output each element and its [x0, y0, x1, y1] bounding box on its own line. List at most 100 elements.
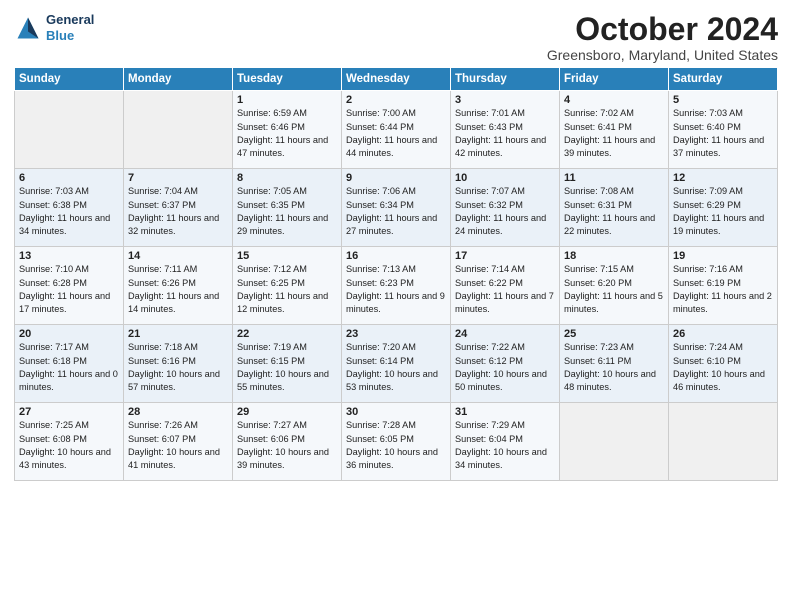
day-info: Sunrise: 7:03 AMSunset: 6:38 PMDaylight:…: [19, 185, 119, 238]
daylight-text: Daylight: 11 hours and 32 minutes.: [128, 212, 228, 239]
calendar-cell: 13Sunrise: 7:10 AMSunset: 6:28 PMDayligh…: [15, 247, 124, 325]
sunset-text: Sunset: 6:46 PM: [237, 121, 337, 134]
sunrise-text: Sunrise: 6:59 AM: [237, 107, 337, 120]
daylight-text: Daylight: 11 hours and 29 minutes.: [237, 212, 337, 239]
daylight-text: Daylight: 11 hours and 42 minutes.: [455, 134, 555, 161]
daylight-text: Daylight: 11 hours and 44 minutes.: [346, 134, 446, 161]
sunrise-text: Sunrise: 7:09 AM: [673, 185, 773, 198]
col-tuesday: Tuesday: [233, 68, 342, 91]
sunrise-text: Sunrise: 7:22 AM: [455, 341, 555, 354]
day-number: 22: [237, 328, 337, 340]
calendar-cell: 8Sunrise: 7:05 AMSunset: 6:35 PMDaylight…: [233, 169, 342, 247]
sunrise-text: Sunrise: 7:03 AM: [19, 185, 119, 198]
sunrise-text: Sunrise: 7:07 AM: [455, 185, 555, 198]
sunrise-text: Sunrise: 7:20 AM: [346, 341, 446, 354]
daylight-text: Daylight: 10 hours and 39 minutes.: [237, 446, 337, 473]
daylight-text: Daylight: 11 hours and 37 minutes.: [673, 134, 773, 161]
daylight-text: Daylight: 11 hours and 39 minutes.: [564, 134, 664, 161]
calendar-cell: 1Sunrise: 6:59 AMSunset: 6:46 PMDaylight…: [233, 91, 342, 169]
sunset-text: Sunset: 6:10 PM: [673, 355, 773, 368]
day-info: Sunrise: 7:06 AMSunset: 6:34 PMDaylight:…: [346, 185, 446, 238]
day-info: Sunrise: 7:18 AMSunset: 6:16 PMDaylight:…: [128, 341, 228, 394]
title-block: October 2024 Greensboro, Maryland, Unite…: [547, 12, 778, 63]
sunrise-text: Sunrise: 7:16 AM: [673, 263, 773, 276]
daylight-text: Daylight: 11 hours and 7 minutes.: [455, 290, 555, 317]
sunset-text: Sunset: 6:08 PM: [19, 433, 119, 446]
month-title: October 2024: [547, 12, 778, 47]
sunset-text: Sunset: 6:23 PM: [346, 277, 446, 290]
daylight-text: Daylight: 11 hours and 24 minutes.: [455, 212, 555, 239]
sunset-text: Sunset: 6:41 PM: [564, 121, 664, 134]
day-number: 5: [673, 94, 773, 106]
day-number: 13: [19, 250, 119, 262]
location-subtitle: Greensboro, Maryland, United States: [547, 47, 778, 63]
calendar-cell: 27Sunrise: 7:25 AMSunset: 6:08 PMDayligh…: [15, 403, 124, 481]
day-info: Sunrise: 7:20 AMSunset: 6:14 PMDaylight:…: [346, 341, 446, 394]
sunrise-text: Sunrise: 7:10 AM: [19, 263, 119, 276]
calendar-cell: 14Sunrise: 7:11 AMSunset: 6:26 PMDayligh…: [124, 247, 233, 325]
sunrise-text: Sunrise: 7:23 AM: [564, 341, 664, 354]
sunset-text: Sunset: 6:16 PM: [128, 355, 228, 368]
sunrise-text: Sunrise: 7:26 AM: [128, 419, 228, 432]
calendar-cell: 7Sunrise: 7:04 AMSunset: 6:37 PMDaylight…: [124, 169, 233, 247]
daylight-text: Daylight: 10 hours and 34 minutes.: [455, 446, 555, 473]
day-number: 30: [346, 406, 446, 418]
day-number: 23: [346, 328, 446, 340]
sunrise-text: Sunrise: 7:24 AM: [673, 341, 773, 354]
day-info: Sunrise: 7:28 AMSunset: 6:05 PMDaylight:…: [346, 419, 446, 472]
daylight-text: Daylight: 11 hours and 19 minutes.: [673, 212, 773, 239]
calendar-cell: 24Sunrise: 7:22 AMSunset: 6:12 PMDayligh…: [451, 325, 560, 403]
day-info: Sunrise: 7:16 AMSunset: 6:19 PMDaylight:…: [673, 263, 773, 316]
sunset-text: Sunset: 6:37 PM: [128, 199, 228, 212]
daylight-text: Daylight: 11 hours and 22 minutes.: [564, 212, 664, 239]
day-info: Sunrise: 7:24 AMSunset: 6:10 PMDaylight:…: [673, 341, 773, 394]
daylight-text: Daylight: 11 hours and 47 minutes.: [237, 134, 337, 161]
daylight-text: Daylight: 11 hours and 27 minutes.: [346, 212, 446, 239]
sunset-text: Sunset: 6:25 PM: [237, 277, 337, 290]
day-info: Sunrise: 7:04 AMSunset: 6:37 PMDaylight:…: [128, 185, 228, 238]
sunrise-text: Sunrise: 7:00 AM: [346, 107, 446, 120]
day-info: Sunrise: 7:10 AMSunset: 6:28 PMDaylight:…: [19, 263, 119, 316]
calendar-cell: 22Sunrise: 7:19 AMSunset: 6:15 PMDayligh…: [233, 325, 342, 403]
day-number: 20: [19, 328, 119, 340]
day-number: 14: [128, 250, 228, 262]
calendar-cell: 25Sunrise: 7:23 AMSunset: 6:11 PMDayligh…: [560, 325, 669, 403]
calendar-cell: [669, 403, 778, 481]
day-number: 18: [564, 250, 664, 262]
calendar-cell: [560, 403, 669, 481]
sunrise-text: Sunrise: 7:25 AM: [19, 419, 119, 432]
sunset-text: Sunset: 6:28 PM: [19, 277, 119, 290]
day-info: Sunrise: 7:08 AMSunset: 6:31 PMDaylight:…: [564, 185, 664, 238]
calendar-cell: 16Sunrise: 7:13 AMSunset: 6:23 PMDayligh…: [342, 247, 451, 325]
day-info: Sunrise: 7:25 AMSunset: 6:08 PMDaylight:…: [19, 419, 119, 472]
sunset-text: Sunset: 6:34 PM: [346, 199, 446, 212]
page-container: General Blue October 2024 Greensboro, Ma…: [0, 0, 792, 489]
week-row-5: 27Sunrise: 7:25 AMSunset: 6:08 PMDayligh…: [15, 403, 778, 481]
calendar-cell: 20Sunrise: 7:17 AMSunset: 6:18 PMDayligh…: [15, 325, 124, 403]
daylight-text: Daylight: 10 hours and 43 minutes.: [19, 446, 119, 473]
day-number: 25: [564, 328, 664, 340]
sunrise-text: Sunrise: 7:12 AM: [237, 263, 337, 276]
sunrise-text: Sunrise: 7:06 AM: [346, 185, 446, 198]
sunrise-text: Sunrise: 7:05 AM: [237, 185, 337, 198]
day-number: 12: [673, 172, 773, 184]
daylight-text: Daylight: 10 hours and 53 minutes.: [346, 368, 446, 395]
day-number: 19: [673, 250, 773, 262]
day-info: Sunrise: 7:02 AMSunset: 6:41 PMDaylight:…: [564, 107, 664, 160]
day-info: Sunrise: 7:09 AMSunset: 6:29 PMDaylight:…: [673, 185, 773, 238]
sunrise-text: Sunrise: 7:29 AM: [455, 419, 555, 432]
col-thursday: Thursday: [451, 68, 560, 91]
day-number: 24: [455, 328, 555, 340]
sunrise-text: Sunrise: 7:02 AM: [564, 107, 664, 120]
col-saturday: Saturday: [669, 68, 778, 91]
sunset-text: Sunset: 6:05 PM: [346, 433, 446, 446]
sunset-text: Sunset: 6:40 PM: [673, 121, 773, 134]
sunrise-text: Sunrise: 7:13 AM: [346, 263, 446, 276]
week-row-2: 6Sunrise: 7:03 AMSunset: 6:38 PMDaylight…: [15, 169, 778, 247]
logo-text: General Blue: [46, 12, 94, 43]
day-number: 27: [19, 406, 119, 418]
calendar-table: Sunday Monday Tuesday Wednesday Thursday…: [14, 67, 778, 481]
day-number: 4: [564, 94, 664, 106]
week-row-4: 20Sunrise: 7:17 AMSunset: 6:18 PMDayligh…: [15, 325, 778, 403]
daylight-text: Daylight: 10 hours and 48 minutes.: [564, 368, 664, 395]
